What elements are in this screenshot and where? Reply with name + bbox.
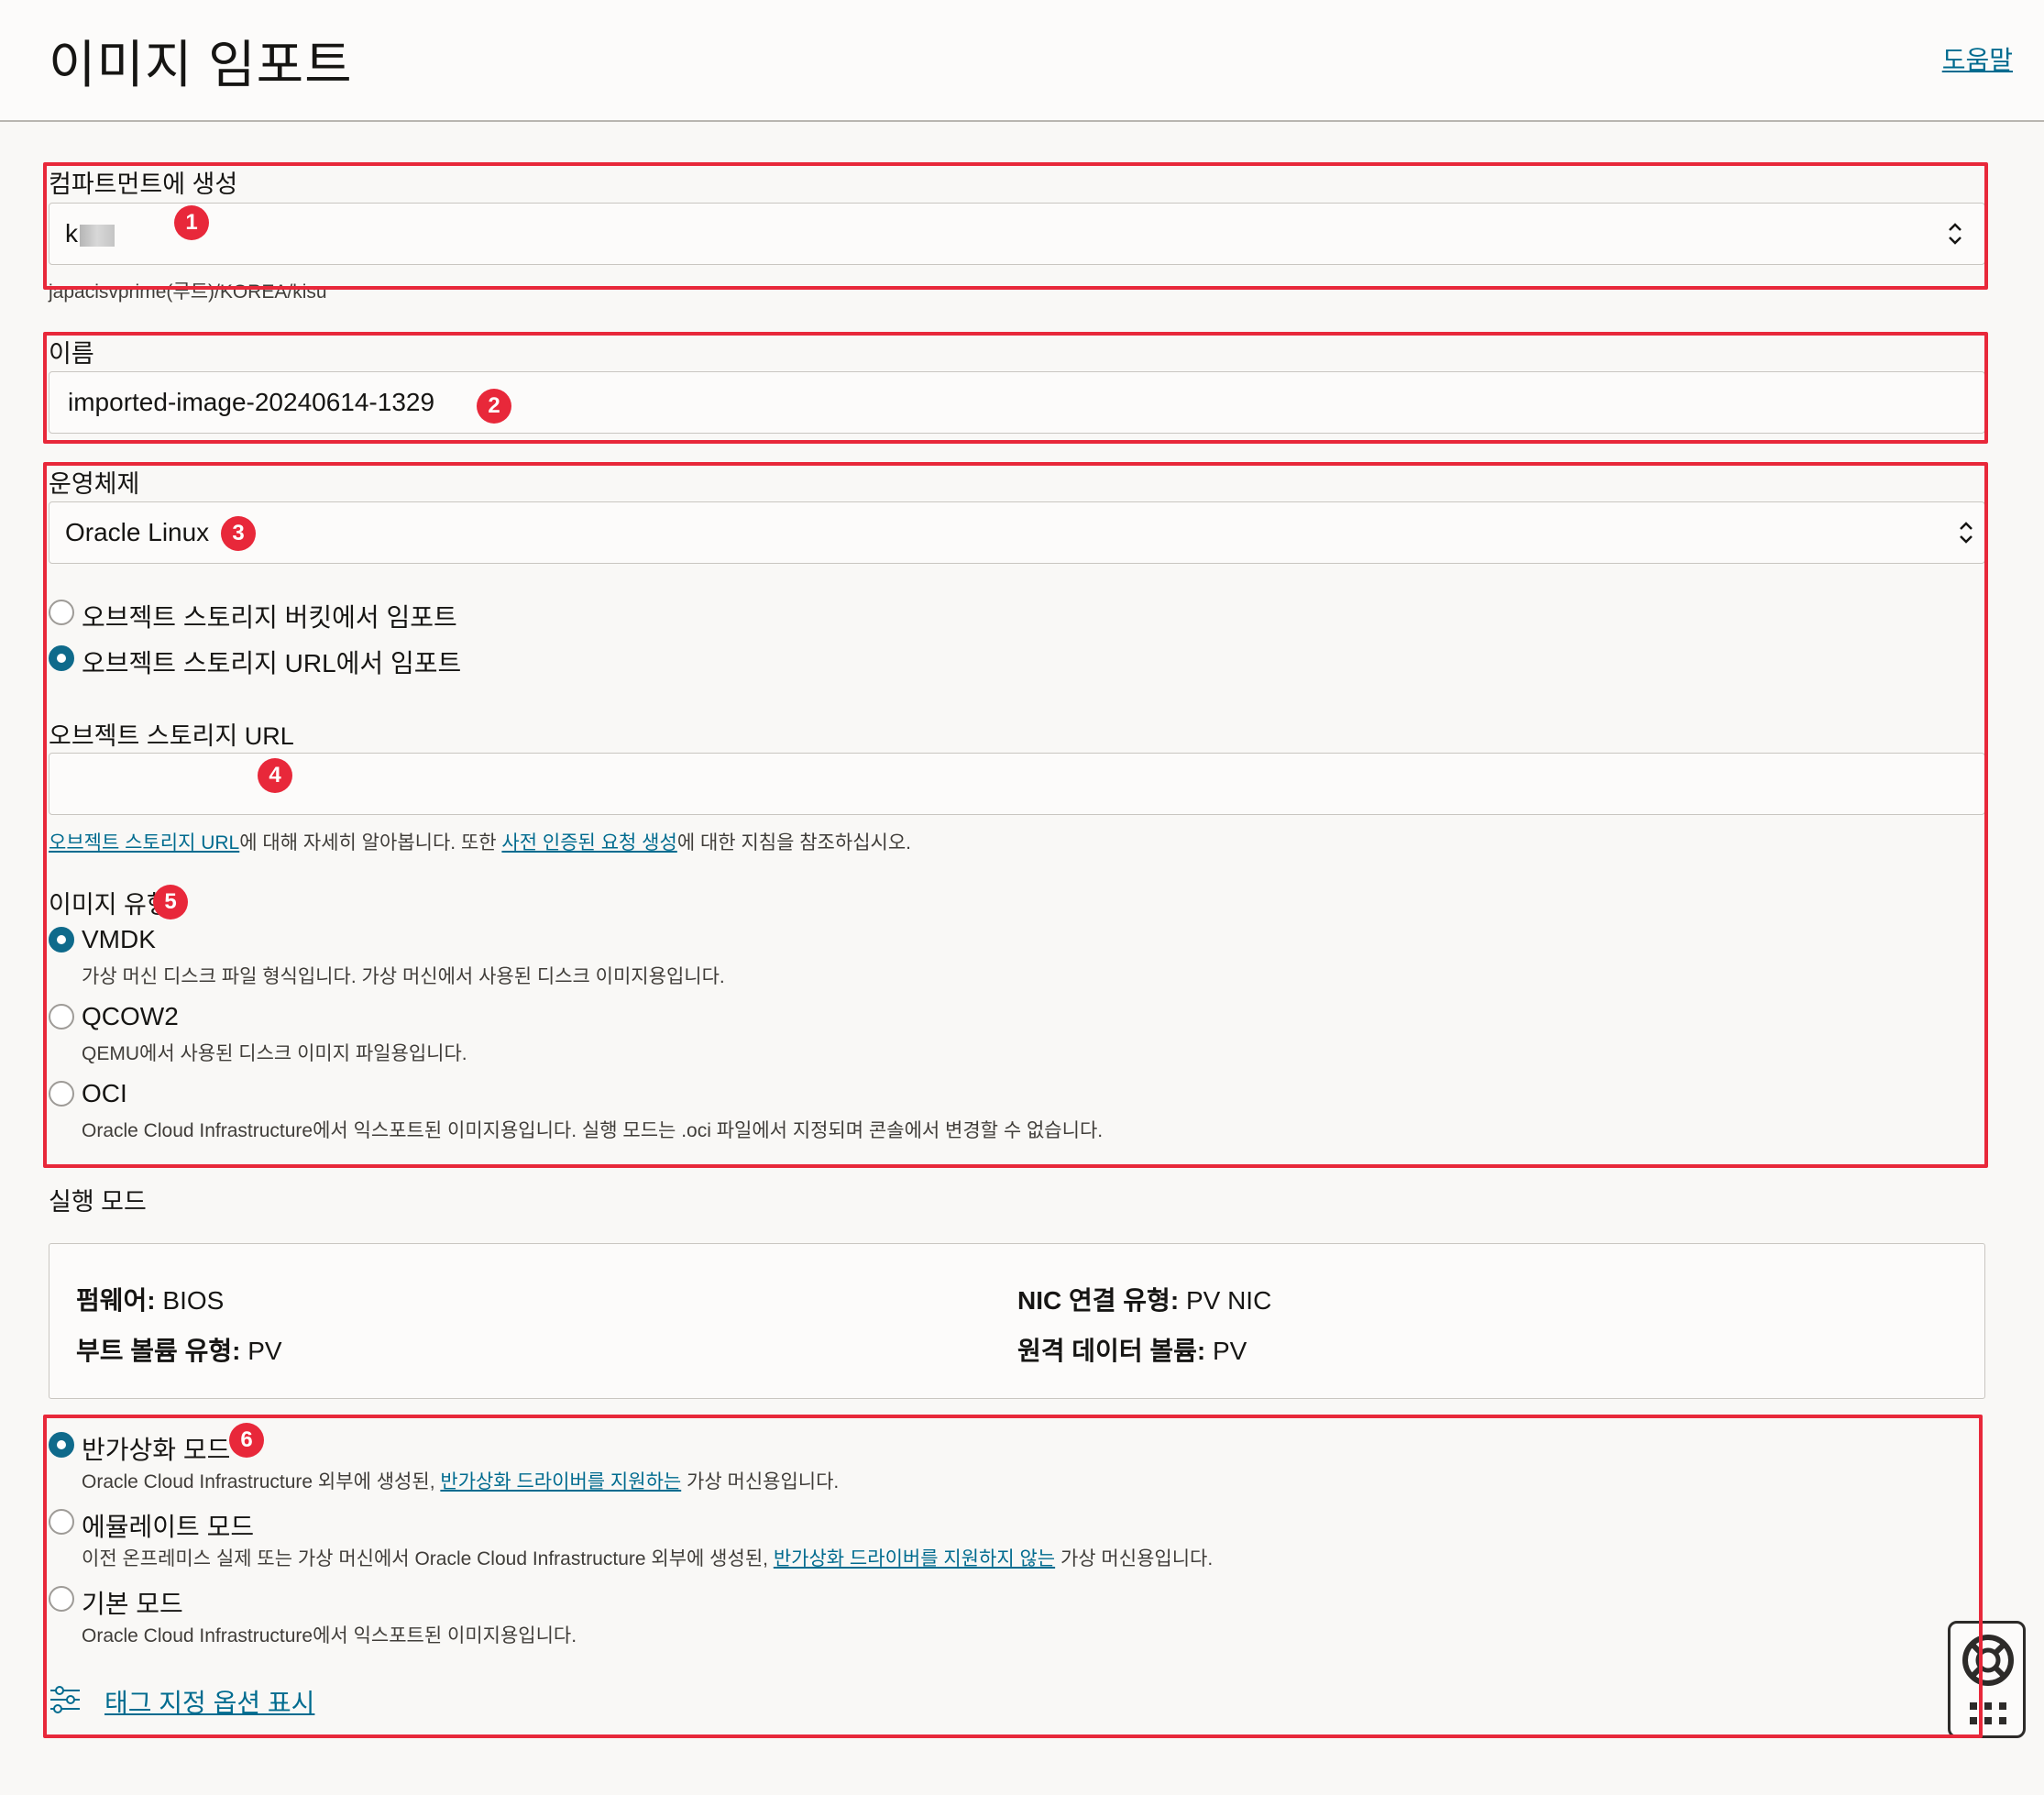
firmware-key: 펌웨어: xyxy=(76,1286,156,1315)
remote-volume-row: 원격 데이터 볼륨: PV xyxy=(1017,1331,1247,1368)
help-link[interactable]: 도움말 xyxy=(1942,40,2013,77)
page-header: 이미지 임포트 도움말 xyxy=(0,0,2044,122)
badge-1: 1 xyxy=(174,205,209,240)
badge-3: 3 xyxy=(221,516,256,551)
annotation-box-2 xyxy=(43,332,1988,444)
remote-volume-value: PV xyxy=(1213,1337,1247,1365)
boot-volume-row: 부트 볼륨 유형: PV xyxy=(76,1331,282,1368)
firmware-row: 펌웨어: BIOS xyxy=(76,1281,224,1317)
nic-key: NIC 연결 유형: xyxy=(1017,1286,1180,1315)
page-title: 이미지 임포트 xyxy=(49,36,353,94)
nic-value: PV NIC xyxy=(1185,1286,1272,1315)
badge-5: 5 xyxy=(153,885,188,920)
nic-row: NIC 연결 유형: PV NIC xyxy=(1017,1281,1271,1317)
annotation-box-1 xyxy=(43,162,1988,290)
annotation-box-3 xyxy=(43,462,1988,1168)
annotation-box-4 xyxy=(43,1415,1983,1738)
badge-2: 2 xyxy=(477,389,511,424)
badge-4: 4 xyxy=(258,758,292,793)
launch-mode-label: 실행 모드 xyxy=(49,1188,147,1216)
remote-volume-key: 원격 데이터 볼륨: xyxy=(1017,1337,1206,1365)
boot-volume-value: PV xyxy=(247,1337,282,1365)
boot-volume-key: 부트 볼륨 유형: xyxy=(76,1337,241,1365)
firmware-value: BIOS xyxy=(162,1286,225,1315)
launch-mode-summary: 펌웨어: BIOS 부트 볼륨 유형: PV NIC 연결 유형: PV NIC… xyxy=(49,1243,1985,1399)
badge-6: 6 xyxy=(229,1423,264,1458)
